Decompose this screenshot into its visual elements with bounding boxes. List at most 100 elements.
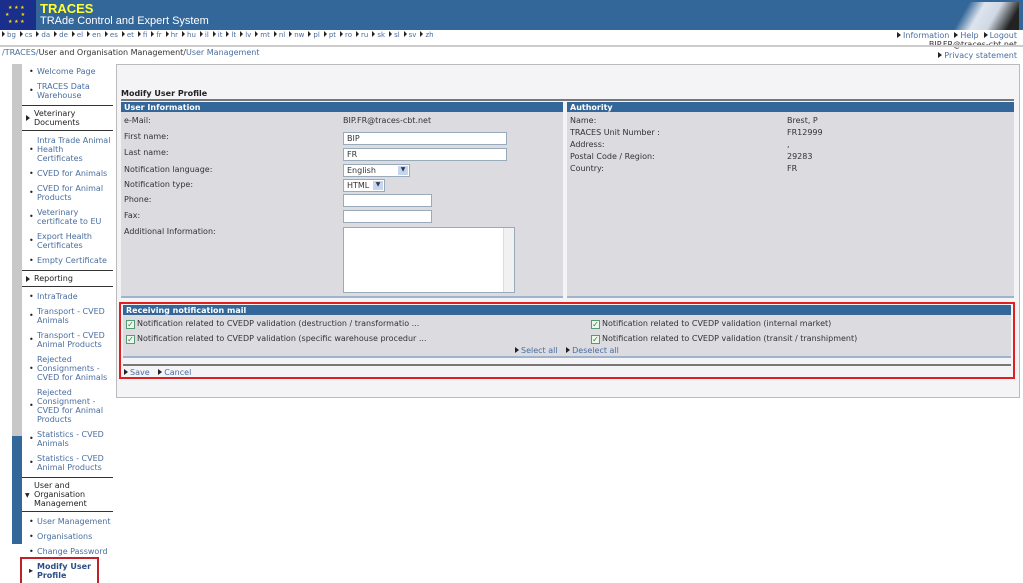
sidebar-item-traces-data-warehouse[interactable]: • TRACES Data Warehouse bbox=[0, 79, 113, 103]
logout-link[interactable]: Logout bbox=[983, 31, 1017, 40]
breadcrumb-current[interactable]: User Management bbox=[186, 48, 259, 57]
bullet-icon: • bbox=[29, 236, 34, 245]
bullet-icon: • bbox=[29, 434, 34, 443]
language-link-el[interactable]: el bbox=[71, 31, 83, 39]
language-link-fr[interactable]: fr bbox=[151, 31, 162, 39]
sidebar-item-change-password[interactable]: • Change Password bbox=[0, 544, 113, 559]
sidebar-section-label: Reporting bbox=[34, 274, 73, 283]
sidebar-item-statistics-cved-animals[interactable]: • Statistics - CVED Animals bbox=[0, 427, 113, 451]
notification-checkbox-row[interactable]: ✓ Notification related to CVEDP validatio… bbox=[591, 319, 831, 329]
sidebar-item-label: CVED for Animals bbox=[37, 169, 108, 178]
sidebar-section-label: User and Organisation Management bbox=[34, 481, 87, 508]
notification-checkbox-row[interactable]: ✓ Notification related to CVEDP validatio… bbox=[126, 334, 426, 344]
sidebar-item-label: Rejected Consignment - CVED for Animal P… bbox=[37, 388, 104, 424]
language-link-fi[interactable]: fi bbox=[137, 31, 147, 39]
language-link-sv[interactable]: sv bbox=[403, 31, 416, 39]
checkbox[interactable]: ✓ bbox=[591, 335, 600, 344]
divider bbox=[0, 45, 1023, 47]
first-name-input[interactable]: BIP bbox=[343, 132, 507, 145]
sidebar-item-label: Transport - CVED Animals bbox=[37, 307, 105, 325]
additional-information-textarea[interactable] bbox=[343, 227, 515, 293]
sidebar-item-label: Transport - CVED Animal Products bbox=[37, 331, 105, 349]
language-link-bg[interactable]: bg bbox=[2, 31, 16, 39]
checkbox[interactable]: ✓ bbox=[126, 320, 135, 329]
notification-checkbox-row[interactable]: ✓ Notification related to CVEDP validatio… bbox=[126, 319, 419, 329]
notification-label: Notification related to CVEDP validation… bbox=[602, 334, 858, 343]
sidebar-item-rejected-consignments-cved-for-animals[interactable]: • Rejected Consignments - CVED for Animal… bbox=[0, 352, 113, 385]
sidebar-section-user-and-organisation-management[interactable]: ▼ User and Organisation Management bbox=[22, 477, 113, 512]
sidebar-item-transport-cved-animal-products[interactable]: • Transport - CVED Animal Products bbox=[0, 328, 113, 352]
sidebar-section-reporting[interactable]: Reporting bbox=[22, 270, 113, 287]
user-information-panel: User Information e-Mail: BIP.FR@traces-c… bbox=[121, 102, 563, 298]
sidebar-item-label: Modify User Profile bbox=[37, 562, 92, 580]
authority-label: Name: bbox=[570, 116, 597, 125]
help-link[interactable]: Help bbox=[954, 31, 979, 40]
sidebar-item-empty-certificate[interactable]: • Empty Certificate bbox=[0, 253, 113, 268]
notification-checkbox-row[interactable]: ✓ Notification related to CVEDP validatio… bbox=[591, 334, 857, 344]
select-all-link[interactable]: Select all bbox=[515, 346, 558, 355]
language-link-pt[interactable]: pt bbox=[323, 31, 336, 39]
breadcrumb-traces[interactable]: /TRACES/ bbox=[2, 48, 39, 57]
deselect-all-link[interactable]: Deselect all bbox=[566, 346, 619, 355]
sidebar-item-intratrade[interactable]: • IntraTrade bbox=[0, 289, 113, 304]
bullet-icon: • bbox=[29, 401, 34, 410]
language-link-nw[interactable]: nw bbox=[289, 31, 304, 39]
europe-map-logo bbox=[953, 2, 1019, 30]
triangle-right-icon bbox=[26, 275, 30, 282]
sidebar-item-export-health-certificates[interactable]: • Export Health Certificates bbox=[0, 229, 113, 253]
language-link-sk[interactable]: sk bbox=[372, 31, 385, 39]
bullet-icon: • bbox=[29, 291, 34, 301]
last-name-input[interactable]: FR bbox=[343, 148, 507, 161]
language-link-sl[interactable]: sl bbox=[389, 31, 400, 39]
language-link-zh[interactable]: zh bbox=[420, 31, 434, 39]
notification-language-select[interactable]: English ▼ bbox=[343, 164, 410, 177]
sidebar-item-modify-user-profile[interactable]: ▸ Modify User Profile bbox=[20, 557, 99, 583]
language-link-nl[interactable]: nl bbox=[273, 31, 285, 39]
checkbox[interactable]: ✓ bbox=[126, 335, 135, 344]
sidebar-item-welcome-page[interactable]: • Welcome Page bbox=[0, 64, 113, 79]
language-link-et[interactable]: et bbox=[121, 31, 134, 39]
language-link-da[interactable]: da bbox=[36, 31, 50, 39]
sidebar-item-organisations[interactable]: • Organisations bbox=[0, 529, 113, 544]
sidebar-item-label: Empty Certificate bbox=[37, 256, 107, 265]
sidebar-item-user-management[interactable]: • User Management bbox=[0, 514, 113, 529]
scrollbar[interactable] bbox=[503, 228, 514, 292]
sidebar-item-label: Statistics - CVED Animals bbox=[37, 430, 104, 448]
sidebar-item-intra-trade-animal-health-certificates[interactable]: • Intra Trade Animal Health Certificates bbox=[0, 133, 113, 166]
checkbox[interactable]: ✓ bbox=[591, 320, 600, 329]
sidebar-item-cved-for-animal-products[interactable]: • CVED for Animal Products bbox=[0, 181, 113, 205]
language-link-hu[interactable]: hu bbox=[182, 31, 196, 39]
language-link-mt[interactable]: mt bbox=[255, 31, 270, 39]
cancel-button[interactable]: Cancel bbox=[158, 368, 191, 377]
sidebar-item-cved-for-animals[interactable]: • CVED for Animals bbox=[0, 166, 113, 181]
privacy-statement-link[interactable]: Privacy statement bbox=[938, 51, 1017, 60]
sidebar-item-transport-cved-animals[interactable]: • Transport - CVED Animals bbox=[0, 304, 113, 328]
language-link-pl[interactable]: pl bbox=[308, 31, 320, 39]
sidebar-item-statistics-cved-animal-products[interactable]: • Statistics - CVED Animal Products bbox=[0, 451, 113, 475]
notification-type-select[interactable]: HTML ▼ bbox=[343, 179, 385, 192]
language-link-lt[interactable]: lt bbox=[226, 31, 236, 39]
language-link-en[interactable]: en bbox=[87, 31, 101, 39]
divider bbox=[123, 364, 1011, 366]
language-link-de[interactable]: de bbox=[54, 31, 68, 39]
notification-language-label: Notification language: bbox=[124, 165, 213, 174]
language-link-ro[interactable]: ro bbox=[340, 31, 352, 39]
language-link-hr[interactable]: hr bbox=[165, 31, 178, 39]
sidebar-item-label: Statistics - CVED Animal Products bbox=[37, 454, 104, 472]
language-link-lv[interactable]: lv bbox=[240, 31, 251, 39]
language-link-cs[interactable]: cs bbox=[19, 31, 32, 39]
sidebar-item-label: Rejected Consignments - CVED for Animals bbox=[37, 355, 108, 382]
bullet-icon: • bbox=[29, 516, 34, 526]
fax-input[interactable] bbox=[343, 210, 432, 223]
sidebar-item-rejected-consignment-cved-for-animal-products[interactable]: • Rejected Consignment - CVED for Animal … bbox=[0, 385, 113, 427]
sidebar-section-veterinary-documents[interactable]: Veterinary Documents bbox=[22, 105, 113, 131]
language-link-ru[interactable]: ru bbox=[356, 31, 368, 39]
sidebar-item-veterinary-certificate-to-eu[interactable]: • Veterinary certificate to EU bbox=[0, 205, 113, 229]
information-link[interactable]: Information bbox=[897, 31, 949, 40]
language-link-it[interactable]: it bbox=[212, 31, 222, 39]
language-link-il[interactable]: il bbox=[199, 31, 209, 39]
language-link-es[interactable]: es bbox=[104, 31, 118, 39]
save-button[interactable]: Save bbox=[124, 368, 150, 377]
sidebar-section-label: Veterinary Documents bbox=[34, 109, 80, 127]
phone-input[interactable] bbox=[343, 194, 432, 207]
